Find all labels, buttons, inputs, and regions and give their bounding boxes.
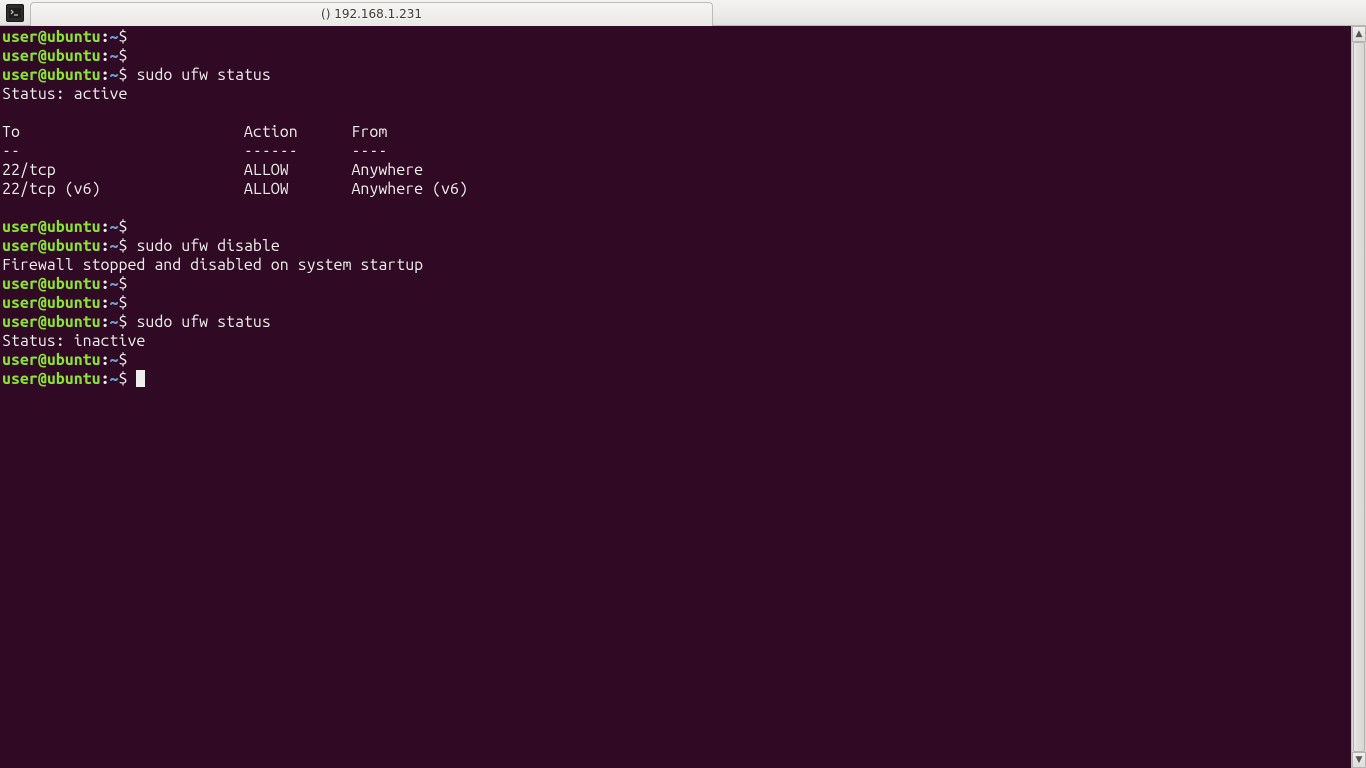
terminal-line: user@ubuntu:~$: [2, 294, 1364, 313]
terminal-app-icon: [6, 4, 24, 22]
terminal-line: [2, 199, 1364, 218]
terminal-output[interactable]: user@ubuntu:~$ user@ubuntu:~$ user@ubunt…: [0, 26, 1366, 768]
terminal-line: user@ubuntu:~$ sudo ufw status: [2, 313, 1364, 332]
command-text: sudo ufw disable: [127, 237, 279, 255]
command-text: sudo ufw status: [127, 66, 270, 84]
chevron-up-icon: ▲: [1356, 29, 1363, 39]
terminal-line: user@ubuntu:~$: [2, 218, 1364, 237]
terminal-line: Status: active: [2, 85, 1364, 104]
terminal-line: To Action From: [2, 123, 1364, 142]
terminal-line: user@ubuntu:~$: [2, 370, 1364, 389]
scroll-track[interactable]: [1352, 42, 1366, 752]
terminal-line: user@ubuntu:~$: [2, 28, 1364, 47]
cursor: [136, 370, 145, 387]
window-titlebar: () 192.168.1.231: [0, 0, 1366, 26]
terminal-line: user@ubuntu:~$ sudo ufw status: [2, 66, 1364, 85]
chevron-down-icon: ▼: [1356, 755, 1363, 765]
window-title-tab[interactable]: () 192.168.1.231: [30, 2, 713, 26]
terminal-container: user@ubuntu:~$ user@ubuntu:~$ user@ubunt…: [0, 26, 1366, 768]
window-title-text: () 192.168.1.231: [321, 7, 422, 21]
command-text: [127, 294, 136, 312]
terminal-line: [2, 104, 1364, 123]
terminal-line: user@ubuntu:~$: [2, 351, 1364, 370]
terminal-line: user@ubuntu:~$: [2, 47, 1364, 66]
terminal-line: user@ubuntu:~$ sudo ufw disable: [2, 237, 1364, 256]
scroll-up-button[interactable]: ▲: [1352, 26, 1366, 42]
command-text: [127, 218, 136, 236]
terminal-line: -- ------ ----: [2, 142, 1364, 161]
command-text: [127, 275, 136, 293]
terminal-line: 22/tcp ALLOW Anywhere: [2, 161, 1364, 180]
command-text: [127, 351, 136, 369]
command-text: sudo ufw status: [127, 313, 270, 331]
scroll-thumb[interactable]: [1353, 42, 1365, 752]
vertical-scrollbar[interactable]: ▲ ▼: [1351, 26, 1366, 768]
command-text: [127, 28, 136, 46]
terminal-line: 22/tcp (v6) ALLOW Anywhere (v6): [2, 180, 1364, 199]
command-text: [127, 370, 136, 388]
terminal-line: Status: inactive: [2, 332, 1364, 351]
terminal-line: Firewall stopped and disabled on system …: [2, 256, 1364, 275]
command-text: [127, 47, 136, 65]
scroll-down-button[interactable]: ▼: [1352, 752, 1366, 768]
terminal-line: user@ubuntu:~$: [2, 275, 1364, 294]
